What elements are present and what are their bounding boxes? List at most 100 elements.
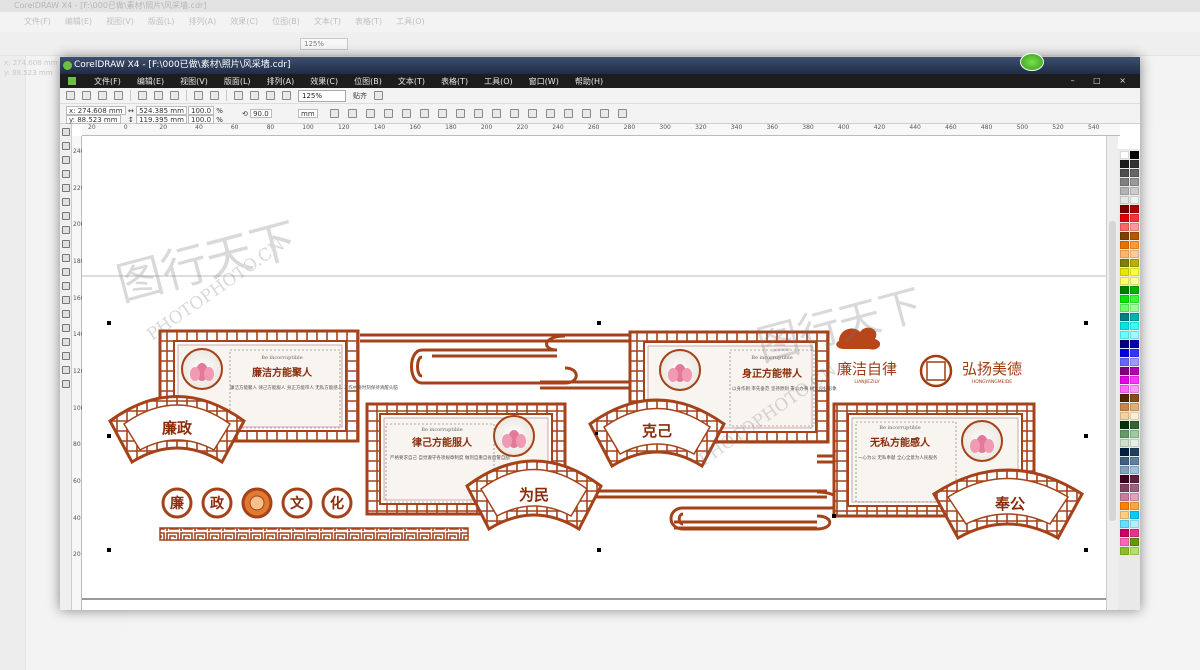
palette-swatch[interactable] bbox=[1120, 439, 1129, 447]
palette-swatch[interactable] bbox=[1130, 160, 1139, 168]
mirror-horizontal-icon[interactable] bbox=[330, 109, 339, 118]
culture-title[interactable]: 廉 政 文 化 bbox=[161, 487, 353, 519]
menu-item[interactable]: 表格(T) bbox=[433, 76, 476, 87]
palette-swatch[interactable] bbox=[1130, 529, 1139, 537]
palette-swatch[interactable] bbox=[1120, 223, 1129, 231]
palette-swatch[interactable] bbox=[1120, 268, 1129, 276]
menu-item[interactable]: 效果(C) bbox=[302, 76, 346, 87]
menu-item[interactable]: 文本(T) bbox=[390, 76, 433, 87]
export-icon[interactable] bbox=[250, 91, 259, 100]
object-width-field[interactable]: ↔ 524.385 mm bbox=[128, 106, 187, 115]
create-boundary-icon[interactable] bbox=[564, 109, 573, 118]
window-controls[interactable]: – □ × bbox=[1071, 76, 1134, 85]
palette-swatch[interactable] bbox=[1120, 376, 1129, 384]
copy-icon[interactable] bbox=[154, 91, 163, 100]
palette-swatch[interactable] bbox=[1130, 340, 1139, 348]
to-back-icon[interactable] bbox=[618, 109, 627, 118]
snap-to-button[interactable]: 贴齐 bbox=[353, 91, 367, 101]
crop-tool-icon[interactable] bbox=[62, 156, 70, 164]
object-y-field[interactable]: y: 88.523 mm bbox=[66, 115, 121, 124]
new-document-icon[interactable] bbox=[66, 91, 75, 100]
menu-item[interactable]: 视图(V) bbox=[172, 76, 216, 87]
palette-swatch[interactable] bbox=[1130, 493, 1139, 501]
palette-swatch[interactable] bbox=[1120, 457, 1129, 465]
basic-shapes-icon[interactable] bbox=[62, 254, 70, 262]
palette-swatch[interactable] bbox=[1120, 277, 1129, 285]
palette-swatch[interactable] bbox=[1120, 466, 1129, 474]
freehand-tool-icon[interactable] bbox=[62, 184, 70, 192]
palette-swatch[interactable] bbox=[1120, 214, 1129, 222]
palette-swatch[interactable] bbox=[1130, 196, 1139, 204]
palette-swatch[interactable] bbox=[1130, 439, 1139, 447]
palette-swatch[interactable] bbox=[1120, 520, 1129, 528]
shape-tool-icon[interactable] bbox=[62, 142, 70, 150]
rotation-angle-field[interactable]: ⟲ 90.0 bbox=[242, 109, 272, 118]
palette-swatch[interactable] bbox=[1120, 304, 1129, 312]
palette-swatch[interactable] bbox=[1130, 232, 1139, 240]
palette-swatch[interactable] bbox=[1130, 520, 1139, 528]
palette-swatch[interactable] bbox=[1120, 349, 1129, 357]
menu-item[interactable]: 窗口(W) bbox=[521, 76, 567, 87]
cut-icon[interactable] bbox=[138, 91, 147, 100]
palette-swatch[interactable] bbox=[1120, 493, 1129, 501]
palette-swatch[interactable] bbox=[1130, 448, 1139, 456]
palette-swatch[interactable] bbox=[1130, 502, 1139, 510]
palette-swatch[interactable] bbox=[1120, 529, 1129, 537]
fan-badge-4[interactable]: 奉公 bbox=[932, 468, 1084, 541]
palette-swatch[interactable] bbox=[1120, 160, 1129, 168]
palette-swatch[interactable] bbox=[1120, 259, 1129, 267]
document-menu-icon[interactable] bbox=[68, 77, 76, 85]
intersect-icon[interactable] bbox=[492, 109, 501, 118]
palette-swatch[interactable] bbox=[1120, 502, 1129, 510]
palette-swatch[interactable] bbox=[1120, 178, 1129, 186]
palette-swatch[interactable] bbox=[1130, 295, 1139, 303]
vertical-scrollbar[interactable] bbox=[1106, 136, 1118, 610]
palette-swatch[interactable] bbox=[1130, 430, 1139, 438]
text-tool-icon[interactable] bbox=[62, 268, 70, 276]
menu-item[interactable]: 文件(F) bbox=[86, 76, 129, 87]
vertical-ruler[interactable]: 240 220 200 180 160 140 120 100 80 60 40 20 bbox=[72, 136, 84, 610]
palette-swatch[interactable] bbox=[1130, 349, 1139, 357]
palette-swatch[interactable] bbox=[1130, 466, 1139, 474]
palette-swatch[interactable] bbox=[1130, 376, 1139, 384]
menu-item[interactable]: 位图(B) bbox=[346, 76, 390, 87]
ungroup-all-icon[interactable] bbox=[402, 109, 411, 118]
redo-icon[interactable] bbox=[210, 91, 219, 100]
palette-swatch[interactable] bbox=[1120, 187, 1129, 195]
palette-swatch[interactable] bbox=[1120, 205, 1129, 213]
menu-item[interactable]: 版面(L) bbox=[216, 76, 259, 87]
palette-swatch[interactable] bbox=[1120, 448, 1129, 456]
palette-swatch[interactable] bbox=[1130, 457, 1139, 465]
palette-swatch[interactable] bbox=[1130, 313, 1139, 321]
open-icon[interactable] bbox=[82, 91, 91, 100]
palette-swatch[interactable] bbox=[1130, 394, 1139, 402]
pick-tool-icon[interactable] bbox=[62, 128, 70, 136]
object-height-field[interactable]: ↕ 119.395 mm bbox=[128, 115, 187, 124]
palette-swatch[interactable] bbox=[1120, 322, 1129, 330]
interactive-fill-icon[interactable] bbox=[62, 380, 70, 388]
polygon-tool-icon[interactable] bbox=[62, 240, 70, 248]
palette-swatch[interactable] bbox=[1130, 214, 1139, 222]
palette-swatch[interactable] bbox=[1120, 358, 1129, 366]
palette-swatch[interactable] bbox=[1120, 511, 1129, 519]
fill-tool-icon[interactable] bbox=[62, 366, 70, 374]
palette-swatch[interactable] bbox=[1130, 277, 1139, 285]
object-x-field[interactable]: x: 274.608 mm bbox=[66, 106, 126, 115]
color-palette[interactable] bbox=[1118, 149, 1140, 610]
palette-swatch[interactable] bbox=[1120, 412, 1129, 420]
align-distribute-icon[interactable] bbox=[582, 109, 591, 118]
units-field[interactable]: mm bbox=[298, 109, 318, 118]
palette-swatch[interactable] bbox=[1120, 241, 1129, 249]
scale-x-field[interactable]: 100.0 % bbox=[188, 106, 223, 115]
ungroup-icon[interactable] bbox=[384, 109, 393, 118]
palette-swatch[interactable] bbox=[1130, 403, 1139, 411]
palette-swatch[interactable] bbox=[1120, 286, 1129, 294]
smart-fill-icon[interactable] bbox=[62, 198, 70, 206]
options-icon[interactable] bbox=[374, 91, 383, 100]
back-minus-front-icon[interactable] bbox=[546, 109, 555, 118]
group-icon[interactable] bbox=[366, 109, 375, 118]
application-launcher-icon[interactable] bbox=[266, 91, 275, 100]
palette-swatch[interactable] bbox=[1120, 295, 1129, 303]
palette-swatch[interactable] bbox=[1130, 268, 1139, 276]
palette-swatch[interactable] bbox=[1120, 313, 1129, 321]
